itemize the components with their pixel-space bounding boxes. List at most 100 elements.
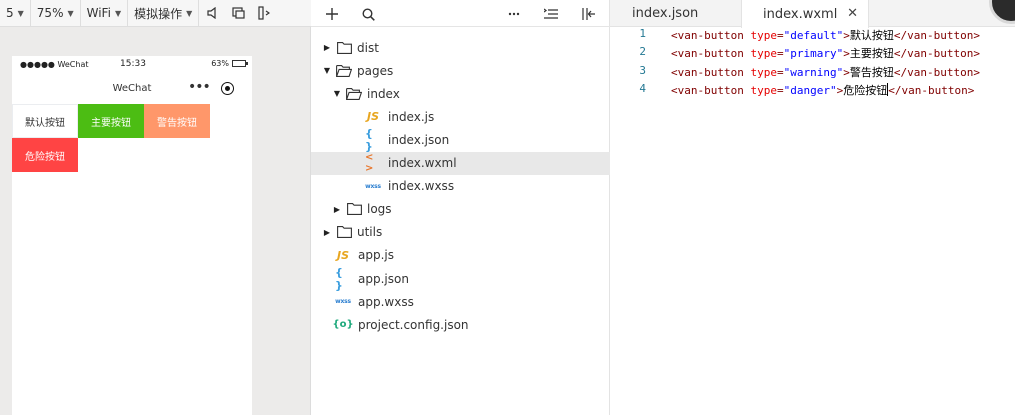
tab-label: index.wxml — [763, 6, 838, 22]
tree-file[interactable]: JS index.js — [311, 105, 610, 128]
warning-button[interactable]: 警告按钮 — [144, 104, 210, 138]
js-file-icon: JS — [336, 248, 349, 262]
avatar[interactable] — [989, 0, 1015, 24]
tree-item-label: pages — [357, 63, 394, 78]
line-number: 3 — [639, 63, 646, 77]
code-line[interactable]: 1 <van-button type="default">默认按钮</van-bu… — [610, 27, 1015, 45]
capsule-close-icon[interactable] — [221, 82, 234, 95]
tree-item-label: logs — [367, 202, 392, 217]
wechat-navbar: WeChat ••• — [12, 73, 252, 104]
code-close-tag: </van-button> — [893, 29, 980, 42]
danger-button[interactable]: 危险按钮 — [12, 138, 78, 172]
chevron-down-icon: ▼ — [67, 8, 74, 18]
code-attr: type — [750, 29, 777, 42]
wxml-file-icon: < > — [365, 152, 374, 174]
file-explorer: ▶ dist ▼ pages ▼ index JS index.js { } index.json… — [311, 0, 610, 415]
code-close-tag: </van-button> — [893, 47, 980, 61]
code-text: <van-button type="default">默认按钮</van-but… — [671, 27, 980, 43]
tree-file[interactable]: < > index.wxml — [311, 151, 610, 175]
mute-button[interactable] — [199, 0, 225, 27]
split-icon[interactable] — [578, 3, 600, 25]
chevron-down-icon: ▼ — [114, 8, 122, 18]
config-file-icon: {o} — [332, 319, 354, 331]
code-line[interactable]: 2 <van-button type="primary">主要按钮</van-bu… — [610, 45, 1015, 63]
code-attr: type — [750, 47, 777, 61]
code-gt: > — [843, 29, 850, 42]
code-line[interactable]: 3 <van-button type="warning">警告按钮</van-bu… — [610, 64, 1015, 82]
more-icon[interactable] — [503, 3, 525, 25]
folder-icon — [336, 225, 352, 239]
tree-item-label: project.config.json — [358, 317, 469, 332]
nav-title: WeChat — [112, 83, 152, 94]
tree-item-label: index.js — [388, 109, 435, 124]
code-value: "danger" — [783, 83, 837, 97]
tree-item-label: index.wxss — [388, 179, 455, 194]
code-close-tag: </van-button> — [888, 83, 975, 97]
simulate-ops-dropdown[interactable]: 模拟操作 ▼ — [128, 0, 200, 27]
code-eq: = — [776, 83, 784, 97]
line-number: 4 — [639, 81, 646, 95]
code-value: "default" — [783, 29, 844, 42]
detach-button[interactable] — [225, 0, 251, 27]
layout-icon — [258, 6, 271, 20]
primary-button[interactable]: 主要按钮 — [78, 104, 144, 138]
tree-folder[interactable]: ▼ index — [311, 82, 610, 105]
close-icon[interactable]: ✕ — [847, 6, 858, 21]
chevron-down-icon: ▼ — [17, 8, 24, 18]
more-menu-icon[interactable]: ••• — [188, 79, 211, 95]
tree-folder[interactable]: ▶ logs — [311, 198, 610, 221]
tab-index-wxml[interactable]: index.wxml ✕ — [741, 0, 869, 28]
code-gt: > — [843, 47, 850, 61]
code-tag: <van-button — [671, 83, 744, 97]
chevron-down-icon[interactable]: ▼ — [332, 89, 342, 99]
code-content: 主要按钮 — [849, 47, 894, 61]
chevron-right-icon[interactable]: ▶ — [332, 204, 342, 214]
tree-file[interactable]: { } index.json — [311, 126, 610, 153]
folder-icon — [336, 41, 352, 55]
code-eq: = — [776, 29, 784, 42]
tree-folder[interactable]: ▼ pages — [311, 59, 610, 82]
chevron-right-icon[interactable]: ▶ — [322, 227, 332, 237]
zoom-dropdown[interactable]: 75% ▼ — [31, 0, 81, 27]
battery-percent: 63% — [211, 59, 229, 68]
tree-file[interactable]: wxss index.wxss — [311, 175, 610, 198]
tree-item-label: index.json — [388, 132, 450, 147]
chevron-right-icon[interactable]: ▶ — [322, 43, 332, 53]
tree-file[interactable]: {o} project.config.json — [311, 313, 610, 336]
code-editor: index.json index.wxml ✕ 1 <van-button type… — [610, 0, 1015, 415]
tree-file[interactable]: { } app.json — [311, 266, 610, 292]
explorer-toolbar — [311, 0, 610, 27]
layout-button[interactable] — [251, 0, 277, 27]
tree-folder[interactable]: ▶ utils — [311, 221, 610, 244]
chevron-down-icon[interactable]: ▼ — [322, 66, 332, 76]
tab-label: index.json — [632, 6, 699, 21]
tree-file[interactable]: JS app.js — [311, 244, 610, 267]
folder-icon — [346, 202, 362, 216]
default-button[interactable]: 默认按钮 — [12, 104, 78, 138]
code-attr: type — [750, 65, 777, 79]
add-icon[interactable] — [321, 3, 343, 25]
phone-screen: ●●●●● WeChat 15:33 63% WeChat ••• 默认按钮 主… — [12, 56, 252, 415]
editor-tabbar: index.json index.wxml ✕ — [610, 0, 1015, 28]
line-number: 2 — [639, 45, 646, 59]
code-text: <van-button type="primary">主要按钮</van-but… — [671, 45, 980, 61]
battery-icon — [232, 60, 248, 67]
tree-item-label: dist — [357, 40, 379, 55]
search-icon[interactable] — [357, 3, 379, 25]
code-tag: <van-button — [671, 47, 744, 61]
code-line[interactable]: 4 <van-button type="danger">危险按钮</van-but… — [610, 82, 1015, 100]
collapse-icon[interactable] — [540, 3, 562, 25]
tree-item-label: index — [367, 86, 400, 101]
zoom-dropdown-partial[interactable]: 5 ▼ — [0, 0, 31, 27]
tree-item-label: index.wxml — [388, 156, 457, 170]
wxss-file-icon: wxss — [365, 182, 381, 190]
tree-file[interactable]: wxss app.wxss — [311, 290, 610, 313]
tree-item-label: utils — [357, 225, 383, 240]
network-dropdown[interactable]: WiFi ▼ — [81, 0, 129, 27]
simulator-toolbar: 5 ▼ 75% ▼ WiFi ▼ 模拟操作 ▼ — [0, 0, 311, 27]
tree-folder[interactable]: ▶ dist — [311, 36, 610, 59]
code-value: "primary" — [783, 47, 844, 61]
json-file-icon: { } — [365, 126, 373, 153]
tab-index-json[interactable]: index.json — [610, 0, 741, 27]
tree-item-label: app.js — [358, 248, 394, 263]
